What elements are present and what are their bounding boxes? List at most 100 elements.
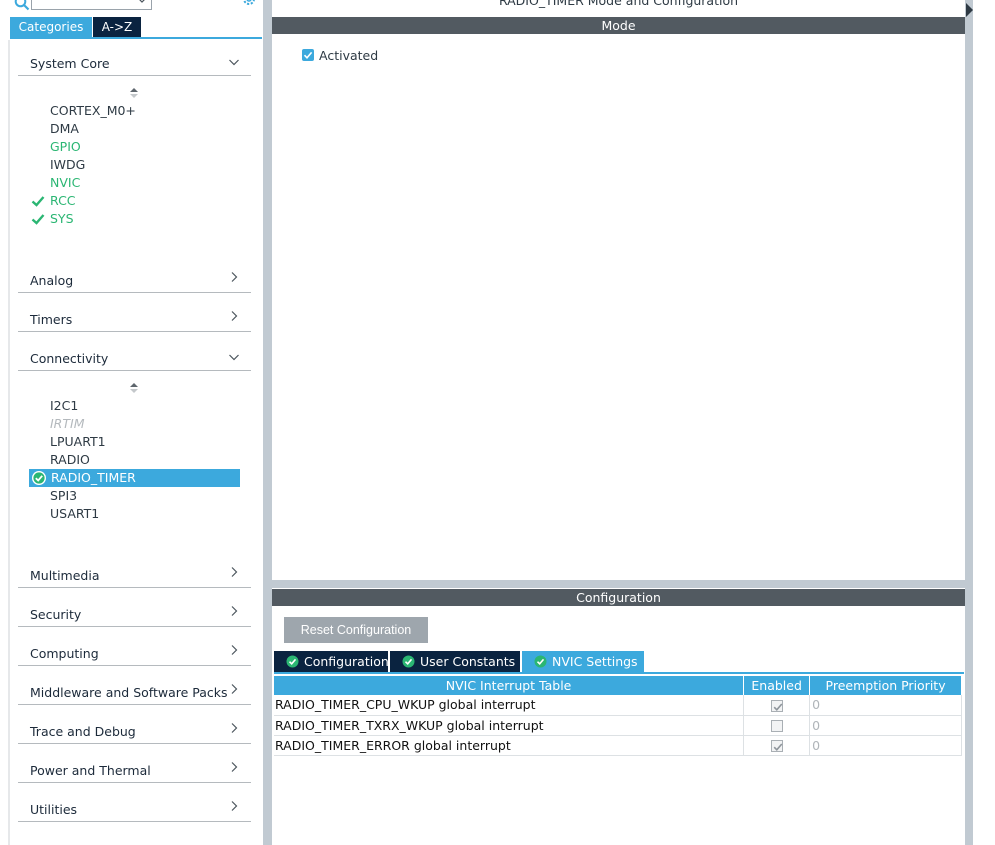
category-computing[interactable]: Computing: [18, 640, 251, 666]
tab-label: NVIC Settings: [552, 654, 638, 669]
check-circle-icon: [402, 655, 415, 668]
list-item-radio[interactable]: RADIO: [50, 451, 90, 469]
enabled-checkbox[interactable]: [771, 720, 783, 732]
chevron-down-icon: [229, 352, 239, 362]
reset-configuration-button[interactable]: Reset Configuration: [284, 617, 428, 643]
table-row[interactable]: RADIO_TIMER_TXRX_WKUP global interrupt 0: [274, 715, 962, 735]
category-power-thermal[interactable]: Power and Thermal: [18, 757, 251, 783]
config-tabs: Configuration User Constants NVIC Settin…: [274, 651, 964, 673]
chevron-right-icon: [229, 762, 239, 772]
check-icon: [31, 212, 45, 226]
page-title: RADIO_TIMER Mode and Configuration: [272, 0, 965, 8]
check-circle-icon: [31, 470, 47, 486]
chevron-down-icon: [229, 57, 239, 67]
panel-splitter[interactable]: [263, 0, 272, 845]
tab-label: Configuration: [304, 654, 389, 669]
view-tabs: Categories A->Z: [10, 17, 262, 37]
left-scrollbar[interactable]: [8, 40, 10, 845]
category-system-core[interactable]: System Core: [18, 50, 251, 76]
category-label: Security: [30, 607, 81, 622]
list-item-irtim: IRTIM: [50, 415, 84, 433]
enabled-cell: [744, 715, 810, 735]
category-timers[interactable]: Timers: [18, 306, 251, 332]
enabled-checkbox[interactable]: [771, 700, 783, 712]
chevron-right-icon: [229, 645, 239, 655]
tab-atoz[interactable]: A->Z: [93, 17, 141, 37]
tab-configuration[interactable]: Configuration: [274, 651, 388, 672]
check-icon: [31, 194, 45, 208]
list-item-gpio[interactable]: GPIO: [50, 138, 81, 156]
category-multimedia[interactable]: Multimedia: [18, 562, 251, 588]
category-label: Trace and Debug: [30, 724, 136, 739]
chevron-right-icon: [229, 567, 239, 577]
category-label: Timers: [30, 312, 72, 327]
panel-splitter-horizontal[interactable]: [272, 580, 965, 588]
list-item-nvic[interactable]: NVIC: [50, 174, 80, 192]
table-row[interactable]: RADIO_TIMER_CPU_WKUP global interrupt 0: [274, 695, 962, 715]
list-item-cortex[interactable]: CORTEX_M0+: [50, 102, 136, 120]
sort-icon[interactable]: [129, 382, 139, 394]
chevron-right-icon: [229, 606, 239, 616]
category-label: Multimedia: [30, 568, 100, 583]
category-label: Middleware and Software Packs: [30, 685, 228, 700]
nvic-interrupt-table: NVIC Interrupt Table Enabled Preemption …: [274, 676, 962, 756]
category-label: System Core: [30, 56, 110, 71]
column-header-enabled[interactable]: Enabled: [744, 676, 810, 695]
chevron-right-icon: [229, 311, 239, 321]
enabled-checkbox[interactable]: [771, 740, 783, 752]
column-header-interrupt[interactable]: NVIC Interrupt Table: [274, 676, 744, 695]
sort-icon[interactable]: [129, 87, 139, 99]
list-item-usart1[interactable]: USART1: [50, 505, 99, 523]
chevron-right-icon: [229, 272, 239, 282]
category-trace-debug[interactable]: Trace and Debug: [18, 718, 251, 744]
enabled-cell: [744, 735, 810, 755]
gear-icon[interactable]: [240, 0, 258, 9]
tab-user-constants[interactable]: User Constants: [390, 651, 520, 672]
tab-label: User Constants: [420, 654, 515, 669]
list-item-radio-timer[interactable]: RADIO_TIMER: [29, 469, 240, 487]
collapse-arrow-icon[interactable]: [966, 3, 974, 17]
list-item-rcc[interactable]: RCC: [50, 192, 76, 210]
list-item-dma[interactable]: DMA: [50, 120, 79, 138]
tab-underline: [10, 37, 262, 39]
category-analog[interactable]: Analog: [18, 267, 251, 293]
interrupt-name: RADIO_TIMER_ERROR global interrupt: [274, 735, 744, 755]
category-label: Utilities: [30, 802, 77, 817]
category-label: Analog: [30, 273, 73, 288]
list-item-sys[interactable]: SYS: [50, 210, 74, 228]
priority-value[interactable]: 0: [810, 735, 962, 755]
table-header-row: NVIC Interrupt Table Enabled Preemption …: [274, 676, 962, 695]
chevron-right-icon: [229, 684, 239, 694]
right-splitter[interactable]: [965, 0, 973, 845]
checkbox-icon[interactable]: [302, 49, 314, 61]
right-edge-panel: [965, 0, 995, 845]
category-security[interactable]: Security: [18, 601, 251, 627]
list-item-lpuart1[interactable]: LPUART1: [50, 433, 106, 451]
list-item-iwdg[interactable]: IWDG: [50, 156, 85, 174]
list-item-label: RADIO_TIMER: [51, 469, 136, 487]
search-icon: [14, 0, 30, 11]
priority-value[interactable]: 0: [810, 715, 962, 735]
category-middleware[interactable]: Middleware and Software Packs: [18, 679, 251, 705]
category-utilities[interactable]: Utilities: [18, 796, 251, 822]
category-connectivity[interactable]: Connectivity: [18, 345, 251, 371]
list-item-i2c1[interactable]: I2C1: [50, 397, 78, 415]
search-input[interactable]: [31, 0, 152, 10]
tab-underline: [274, 672, 964, 674]
tab-categories[interactable]: Categories: [10, 17, 92, 37]
table-row[interactable]: RADIO_TIMER_ERROR global interrupt 0: [274, 735, 962, 755]
chevron-right-icon: [229, 801, 239, 811]
enabled-cell: [744, 695, 810, 715]
tab-nvic-settings[interactable]: NVIC Settings: [522, 651, 644, 672]
priority-value[interactable]: 0: [810, 695, 962, 715]
check-circle-icon: [534, 655, 547, 668]
interrupt-name: RADIO_TIMER_CPU_WKUP global interrupt: [274, 695, 744, 715]
configuration-header: Configuration: [272, 589, 965, 606]
chevron-down-icon[interactable]: [137, 0, 147, 5]
list-item-spi3[interactable]: SPI3: [50, 487, 77, 505]
category-label: Power and Thermal: [30, 763, 151, 778]
activated-label: Activated: [319, 48, 378, 63]
category-label: Connectivity: [30, 351, 108, 366]
mode-header: Mode: [272, 17, 965, 34]
column-header-priority[interactable]: Preemption Priority: [810, 676, 962, 695]
